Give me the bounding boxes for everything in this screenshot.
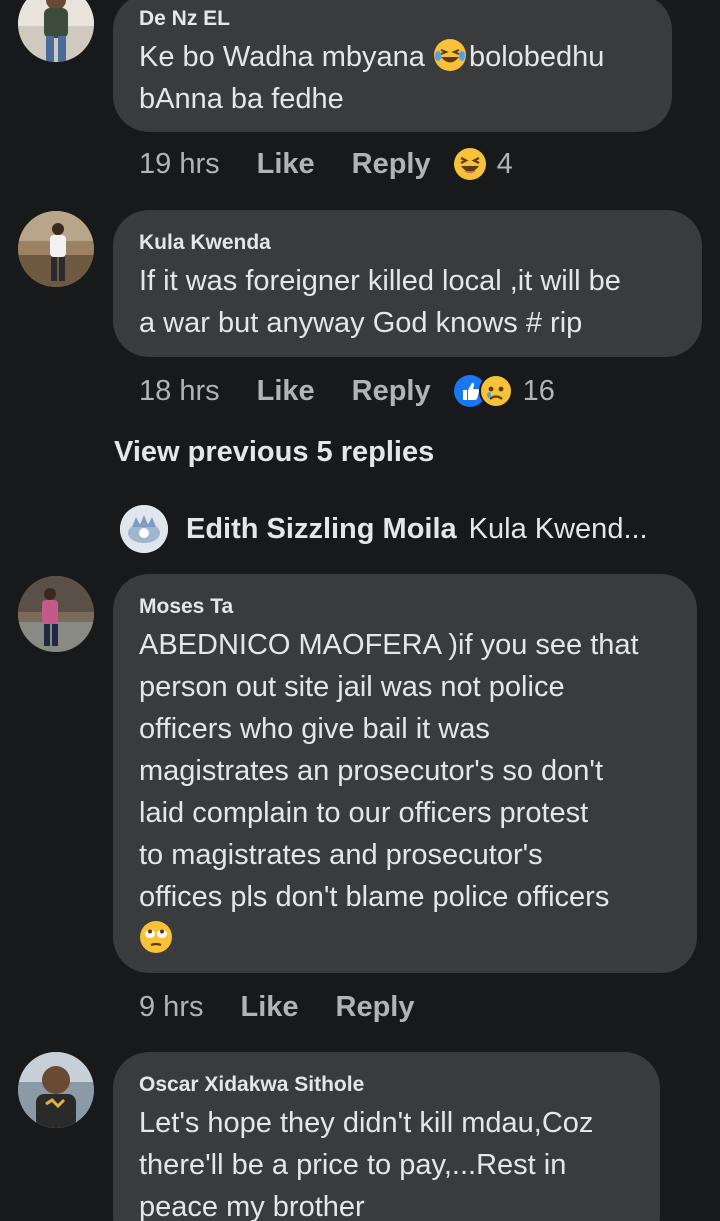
latest-reply-preview[interactable]: Edith Sizzling Moila Kula Kwend... — [120, 502, 648, 556]
comment-text: Ke bo Wadha mbyana bolobedhu bAnna ba fe… — [139, 36, 646, 120]
laughing-tears-emoji-icon — [433, 39, 466, 71]
comment-text-line: to magistrates and prosecutor's — [139, 839, 543, 871]
reply-button[interactable]: Reply — [352, 375, 431, 408]
comment-text-fragment: Ke bo Wadha mbyana — [139, 41, 433, 73]
comment-text: ABEDNICO MAOFERA )if you see that person… — [139, 624, 671, 960]
comment-text: If it was foreigner killed local ,it wil… — [139, 260, 676, 344]
comment-timestamp[interactable]: 18 hrs — [139, 375, 220, 408]
comment-author[interactable]: Kula Kwenda — [139, 230, 676, 256]
profile-photo-icon — [18, 0, 94, 62]
reaction-count: 16 — [522, 374, 555, 407]
like-button[interactable]: Like — [257, 375, 315, 408]
comment-bubble-2[interactable]: Kula Kwenda If it was foreigner killed l… — [113, 210, 702, 357]
comment-text-fragment: bolobedhu — [468, 41, 605, 73]
like-button[interactable]: Like — [240, 991, 298, 1024]
reply-button[interactable]: Reply — [352, 148, 431, 181]
comment-text-line: a war but anyway God knows # rip — [139, 307, 583, 339]
comment-timestamp[interactable]: 9 hrs — [139, 991, 203, 1024]
haha-reaction-icon — [453, 148, 486, 180]
eye-roll-emoji-icon — [140, 921, 172, 953]
comment-text-line: laid complain to our officers protest — [139, 797, 589, 829]
comment-author[interactable]: De Nz EL — [139, 6, 646, 32]
comment-bubble-3[interactable]: Moses Ta ABEDNICO MAOFERA )if you see th… — [113, 574, 697, 973]
comment-author[interactable]: Oscar Xidakwa Sithole — [139, 1072, 634, 1098]
comment-text-line: ABEDNICO MAOFERA )if you see that — [139, 629, 639, 661]
reply-author[interactable]: Edith Sizzling Moila — [186, 513, 457, 546]
comments-page: De Nz EL Ke bo Wadha mbyana bolobedhu bA… — [0, 0, 720, 1221]
comment-author[interactable]: Moses Ta — [139, 594, 671, 620]
comment-text-line: offices pls don't blame police officers — [139, 881, 610, 913]
avatar-kula-kwenda[interactable] — [18, 211, 94, 287]
comment-text-line: person out site jail was not police — [139, 671, 565, 703]
avatar-moses-ta[interactable] — [18, 576, 94, 652]
reply-button[interactable]: Reply — [336, 991, 415, 1024]
comment-actions-2: 18 hrs Like Reply 16 — [139, 371, 555, 411]
comment-text-line: peace my brother — [139, 1191, 365, 1221]
reaction-summary[interactable]: 4 — [453, 147, 513, 181]
profile-photo-icon — [18, 211, 94, 287]
comment-text-line: If it was foreigner killed local ,it wil… — [139, 265, 621, 297]
like-button[interactable]: Like — [257, 148, 315, 181]
reaction-summary[interactable]: 16 — [453, 374, 555, 408]
comment-text-line: bAnna ba fedhe — [139, 83, 344, 115]
comment-bubble-4[interactable]: Oscar Xidakwa Sithole Let's hope they di… — [113, 1052, 660, 1221]
comment-actions-1: 19 hrs Like Reply 4 — [139, 144, 513, 184]
comment-text: Let's hope they didn't kill mdau,Coz the… — [139, 1102, 634, 1221]
comment-text-line: officers who give bail it was — [139, 713, 490, 745]
avatar-de-nz-el[interactable] — [18, 0, 94, 62]
comment-bubble-1[interactable]: De Nz EL Ke bo Wadha mbyana bolobedhu bA… — [113, 0, 672, 132]
avatar-oscar-xidakwa-sithole[interactable] — [18, 1052, 94, 1128]
comment-text-line: there'll be a price to pay,...Rest in — [139, 1149, 567, 1181]
comment-text-line: Let's hope they didn't kill mdau,Coz — [139, 1107, 594, 1139]
comment-text-line: Ke bo Wadha mbyana bolobedhu — [139, 36, 646, 78]
comment-timestamp[interactable]: 19 hrs — [139, 148, 220, 181]
avatar-edith-sizzling-moila[interactable] — [120, 505, 168, 553]
profile-photo-icon — [18, 576, 94, 652]
profile-photo-icon — [18, 1052, 94, 1128]
comment-text-line: magistrates an prosecutor's so don't — [139, 755, 604, 787]
reaction-count: 4 — [496, 147, 513, 180]
comment-text-line — [139, 918, 671, 960]
comment-actions-3: 9 hrs Like Reply — [139, 987, 452, 1027]
profile-photo-icon — [120, 505, 168, 553]
reply-preview-text: Kula Kwend... — [468, 512, 648, 545]
view-previous-replies-link[interactable]: View previous 5 replies — [114, 436, 434, 469]
sad-reaction-icon — [478, 374, 513, 408]
